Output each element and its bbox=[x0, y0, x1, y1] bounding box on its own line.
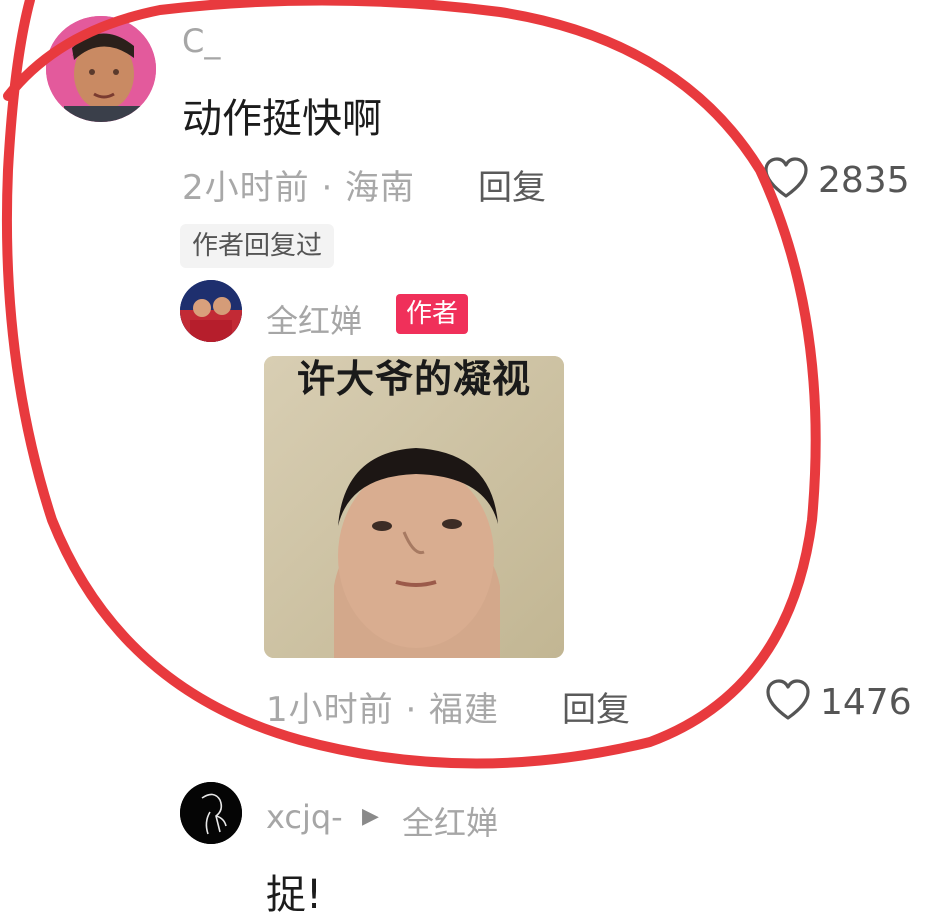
comment-like-button[interactable]: 2835 bbox=[762, 156, 910, 204]
author-replied-tag[interactable]: 作者回复过 bbox=[180, 224, 335, 268]
comment-like-count: 2835 bbox=[818, 159, 910, 201]
subreply-text: 捉! bbox=[266, 872, 323, 918]
commenter-username[interactable]: C_ bbox=[182, 22, 220, 60]
comment-text: 动作挺快啊 bbox=[182, 96, 382, 142]
reply-reply-button[interactable]: 回复 bbox=[562, 682, 630, 731]
subreply-username[interactable]: xcjq- bbox=[266, 798, 343, 836]
play-arrow-icon: ▶ bbox=[362, 804, 379, 829]
reply-like-count: 1476 bbox=[820, 681, 912, 723]
subreply-avatar[interactable] bbox=[180, 782, 242, 844]
author-badge: 作者 bbox=[396, 294, 469, 334]
sticker-caption: 许大爷的凝视 bbox=[296, 357, 531, 401]
heart-icon bbox=[762, 156, 810, 204]
heart-icon bbox=[764, 678, 812, 726]
author-avatar[interactable] bbox=[180, 280, 242, 342]
reply-like-button[interactable]: 1476 bbox=[764, 678, 912, 726]
reply-meta: 1小时前 · 福建 bbox=[266, 690, 500, 730]
author-username[interactable]: 全红婵 bbox=[266, 296, 362, 342]
sticker-image[interactable]: 许大爷的凝视 bbox=[264, 356, 564, 658]
subreply-reply-to-username[interactable]: 全红婵 bbox=[402, 798, 498, 844]
commenter-avatar[interactable] bbox=[46, 16, 156, 122]
comment-reply-button[interactable]: 回复 bbox=[478, 160, 546, 209]
comment-meta: 2小时前 · 海南 bbox=[182, 168, 416, 208]
